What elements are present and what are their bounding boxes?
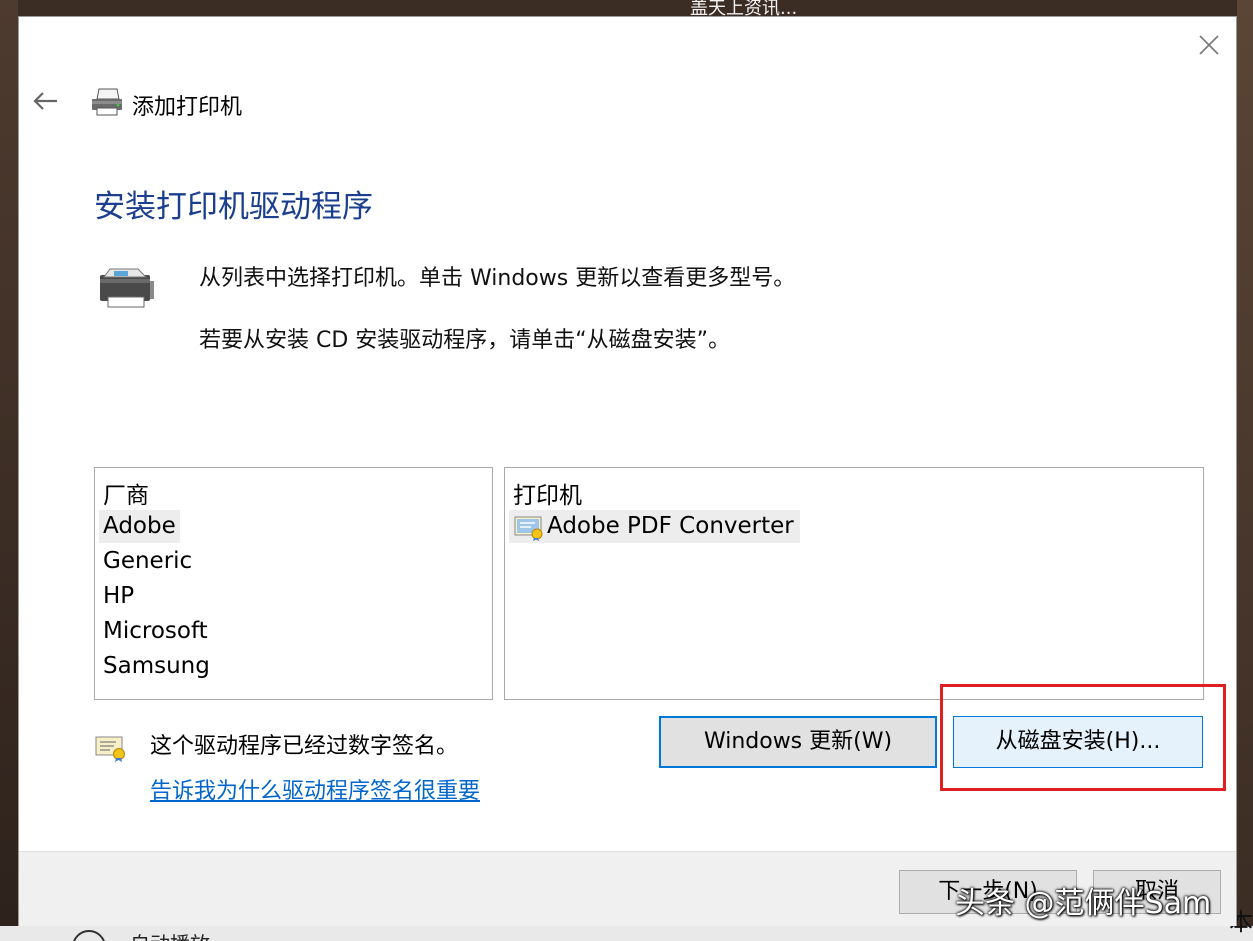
watermark: 头条 @范俩伴Sam xyxy=(955,886,1212,921)
manufacturer-item-generic[interactable]: Generic xyxy=(99,545,196,578)
printer-list-header: 打印机 xyxy=(513,483,582,509)
printer-icon xyxy=(92,88,122,116)
desktop-background-right xyxy=(1237,0,1253,941)
add-printer-dialog: 添加打印机 安装打印机驱动程序 从列表中选择打印机。单击 Windows 更新以… xyxy=(18,16,1237,926)
manufacturer-item-adobe[interactable]: Adobe xyxy=(99,510,180,543)
manufacturer-item-microsoft[interactable]: Microsoft xyxy=(99,615,212,648)
page-heading: 安装打印机驱动程序 xyxy=(94,189,373,225)
dialog-title: 添加打印机 xyxy=(132,95,243,120)
printer-item-adobe-pdf-converter[interactable]: Adobe PDF Converter xyxy=(509,510,800,543)
printer-large-icon xyxy=(100,268,154,308)
close-icon xyxy=(1199,35,1219,55)
desktop-background-top: 盖天上资讯... xyxy=(0,0,1253,19)
driver-signing-link[interactable]: 告诉我为什么驱动程序签名很重要 xyxy=(150,773,480,805)
manufacturer-list[interactable]: 厂商 Adobe Generic HP Microsoft Samsung xyxy=(94,467,493,700)
have-disk-button[interactable]: 从磁盘安装(H)... xyxy=(953,716,1203,768)
background-label: 自动播放 xyxy=(130,928,210,941)
background-window-strip: 自动播放 xyxy=(0,926,1253,941)
windows-update-button[interactable]: Windows 更新(W) xyxy=(659,716,937,768)
close-button[interactable] xyxy=(1189,29,1229,61)
desktop-background-left xyxy=(0,0,18,941)
back-arrow-icon xyxy=(33,92,57,110)
printer-item-label: Adobe PDF Converter xyxy=(547,513,794,539)
manufacturer-item-samsung[interactable]: Samsung xyxy=(99,650,214,683)
instruction-text-2: 若要从安装 CD 安装驱动程序，请单击“从磁盘安装”。 xyxy=(199,328,731,353)
manufacturer-item-hp[interactable]: HP xyxy=(99,580,138,613)
instruction-text-1: 从列表中选择打印机。单击 Windows 更新以查看更多型号。 xyxy=(199,266,796,291)
printer-list[interactable]: 打印机 Adobe PDF Converter xyxy=(504,467,1204,700)
certificate-icon xyxy=(95,736,125,762)
back-button[interactable] xyxy=(31,87,63,115)
play-icon xyxy=(72,930,106,941)
certificate-icon xyxy=(514,516,543,541)
manufacturer-list-header: 厂商 xyxy=(103,483,149,509)
signature-status-text: 这个驱动程序已经过数字签名。 xyxy=(150,734,459,759)
